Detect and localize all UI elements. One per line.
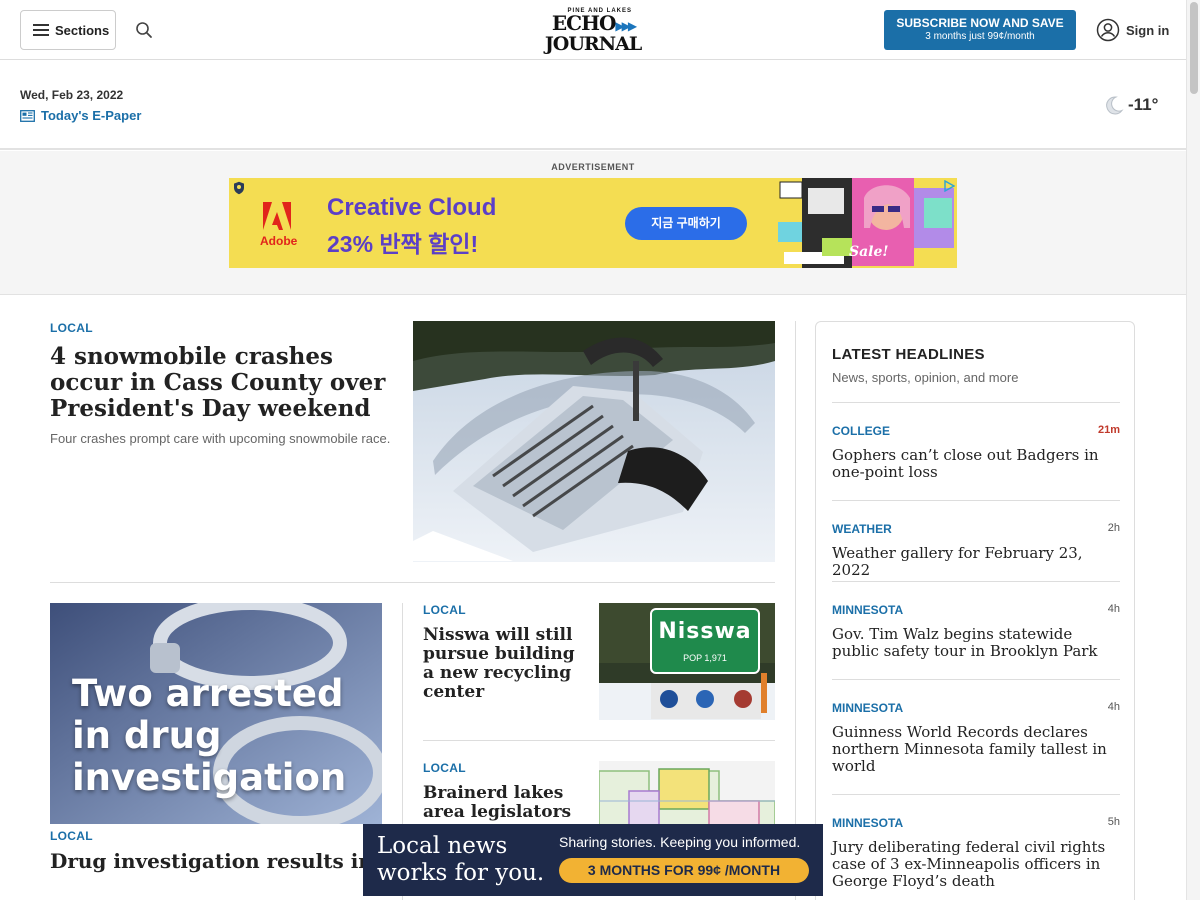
headline-category[interactable]: MINNESOTA <box>832 816 903 830</box>
headline-time: 21m <box>1097 424 1120 436</box>
adchoices-icon[interactable] <box>943 180 955 192</box>
ad-brand: Adobe <box>260 234 298 248</box>
sign-in-link[interactable]: Sign in <box>1096 18 1169 42</box>
promo-line1: Local news <box>377 833 508 859</box>
lead-story-headline[interactable]: 4 snowmobile crashes occur in Cass Count… <box>50 344 400 422</box>
latest-headlines-panel: LATEST HEADLINES News, sports, opinion, … <box>815 321 1135 900</box>
moon-icon <box>1106 96 1124 115</box>
nisswa-story-photo[interactable]: Nisswa POP 1,971 <box>599 603 775 720</box>
site-logo[interactable]: PINE AND LAKES ECHO▶▶▶ JOURNAL <box>540 8 646 55</box>
headline-time: 2h <box>1107 522 1120 534</box>
ad-label: ADVERTISEMENT <box>551 162 635 172</box>
headline-text[interactable]: Gov. Tim Walz begins statewide public sa… <box>832 626 1120 660</box>
sign-name: Nisswa <box>658 619 752 644</box>
subscribe-button[interactable]: SUBSCRIBE NOW AND SAVE 3 months just 99¢… <box>884 10 1076 50</box>
ad-buy-button[interactable]: 지금 구매하기 <box>625 207 747 240</box>
current-date: Wed, Feb 23, 2022 <box>20 88 124 102</box>
search-icon[interactable] <box>134 20 154 40</box>
headline-category[interactable]: MINNESOTA <box>832 701 903 715</box>
headline-item[interactable]: WEATHER 2h Weather gallery for February … <box>832 500 1120 581</box>
adobe-logo-icon <box>263 202 291 230</box>
headline-item[interactable]: MINNESOTA 5h Jury deliberating federal c… <box>832 794 1120 900</box>
brainerd-story-headline[interactable]: Brainerd lakes area legislators <box>423 784 588 822</box>
subscribe-line1: SUBSCRIBE NOW AND SAVE <box>896 16 1064 30</box>
site-header: Sections PINE AND LAKES ECHO▶▶▶ JOURNAL … <box>0 0 1186 60</box>
sign-in-label: Sign in <box>1126 22 1170 38</box>
promo-cta-button[interactable]: 3 MONTHS FOR 99¢ /MONTH <box>559 858 809 883</box>
promo-headline: Local news works for you. <box>377 833 544 887</box>
ad-offer: 23% 반짝 할인! <box>327 231 479 257</box>
user-icon <box>1096 18 1120 42</box>
headline-text[interactable]: Gophers can’t close out Badgers in one-p… <box>832 447 1120 481</box>
subscribe-line2: 3 months just 99¢/month <box>925 31 1035 42</box>
scrollbar-thumb[interactable] <box>1190 2 1198 94</box>
nisswa-story-kicker[interactable]: LOCAL <box>423 603 466 617</box>
brainerd-story-kicker[interactable]: LOCAL <box>423 761 466 775</box>
page-scrollbar[interactable] <box>1186 0 1200 900</box>
image-text-line: Two arrested <box>72 672 344 715</box>
dateline-bar: Wed, Feb 23, 2022 Today's E-Paper -11° <box>0 60 1186 150</box>
banner-ad[interactable]: Adobe Creative Cloud 23% 반짝 할인! 지금 구매하기 … <box>229 178 957 268</box>
headline-item[interactable]: MINNESOTA 4h Gov. Tim Walz begins statew… <box>832 581 1120 679</box>
sign-population: POP 1,971 <box>683 653 727 663</box>
headline-text[interactable]: Weather gallery for February 23, 2022 <box>832 545 1120 579</box>
column-divider <box>795 321 796 900</box>
shield-icon <box>234 181 244 195</box>
weather-widget[interactable]: -11° <box>1102 94 1158 116</box>
headline-text[interactable]: Jury deliberating federal civil rights c… <box>832 839 1120 890</box>
district-map-image[interactable] <box>599 761 775 831</box>
logo-line2: JOURNAL <box>544 33 642 55</box>
lead-story-summary: Four crashes prompt care with upcoming s… <box>50 431 391 446</box>
image-text-line: in drug <box>72 714 222 757</box>
epaper-label: Today's E-Paper <box>41 108 142 123</box>
promo-line2: works for you. <box>377 860 545 886</box>
lead-story-snowmobile-photo[interactable] <box>413 321 775 562</box>
image-text-line: investigation <box>72 756 347 799</box>
drug-story-image-text: Two arrested in drug investigation <box>72 673 382 799</box>
drug-story-headline[interactable]: Drug investigation results in arrest and… <box>50 850 380 873</box>
headline-category[interactable]: WEATHER <box>832 522 892 536</box>
epaper-link[interactable]: Today's E-Paper <box>20 108 141 123</box>
promo-tagline: Sharing stories. Keeping you informed. <box>559 834 801 850</box>
sections-button[interactable]: Sections <box>20 10 116 50</box>
headline-item[interactable]: COLLEGE 21m Gophers can’t close out Badg… <box>832 402 1120 500</box>
ad-sale-text: Sale! <box>849 244 889 260</box>
sections-label: Sections <box>55 22 110 38</box>
newspaper-icon <box>20 109 35 122</box>
latest-headlines-subtitle: News, sports, opinion, and more <box>832 370 1019 385</box>
drug-story-photo[interactable]: Two arrested in drug investigation <box>50 603 382 824</box>
logo-arrows-icon: ▶▶▶ <box>615 19 637 33</box>
headline-item[interactable]: MINNESOTA 4h Guinness World Records decl… <box>832 679 1120 794</box>
headline-time: 5h <box>1107 816 1120 828</box>
temperature: -11° <box>1128 95 1159 114</box>
logo-line1: ECHO <box>551 11 616 35</box>
headline-category[interactable]: COLLEGE <box>832 424 890 438</box>
drug-story-kicker[interactable]: LOCAL <box>50 829 93 843</box>
headline-time: 4h <box>1107 603 1120 615</box>
hamburger-icon <box>33 24 49 36</box>
lead-story-kicker[interactable]: LOCAL <box>50 321 93 335</box>
latest-headlines-title: LATEST HEADLINES <box>832 346 985 363</box>
headline-text[interactable]: Guinness World Records declares northern… <box>832 724 1120 775</box>
headline-time: 4h <box>1107 701 1120 713</box>
section-divider <box>50 582 775 583</box>
headline-category[interactable]: MINNESOTA <box>832 603 903 617</box>
ad-band: ADVERTISEMENT Adobe Creative Cloud 23% 반… <box>0 151 1186 295</box>
story-divider <box>423 740 775 741</box>
subscription-promo-banner[interactable]: Local news works for you. Sharing storie… <box>363 824 823 896</box>
ad-headline: Creative Cloud <box>327 194 497 221</box>
nisswa-story-headline[interactable]: Nisswa will still pursue building a new … <box>423 626 588 702</box>
